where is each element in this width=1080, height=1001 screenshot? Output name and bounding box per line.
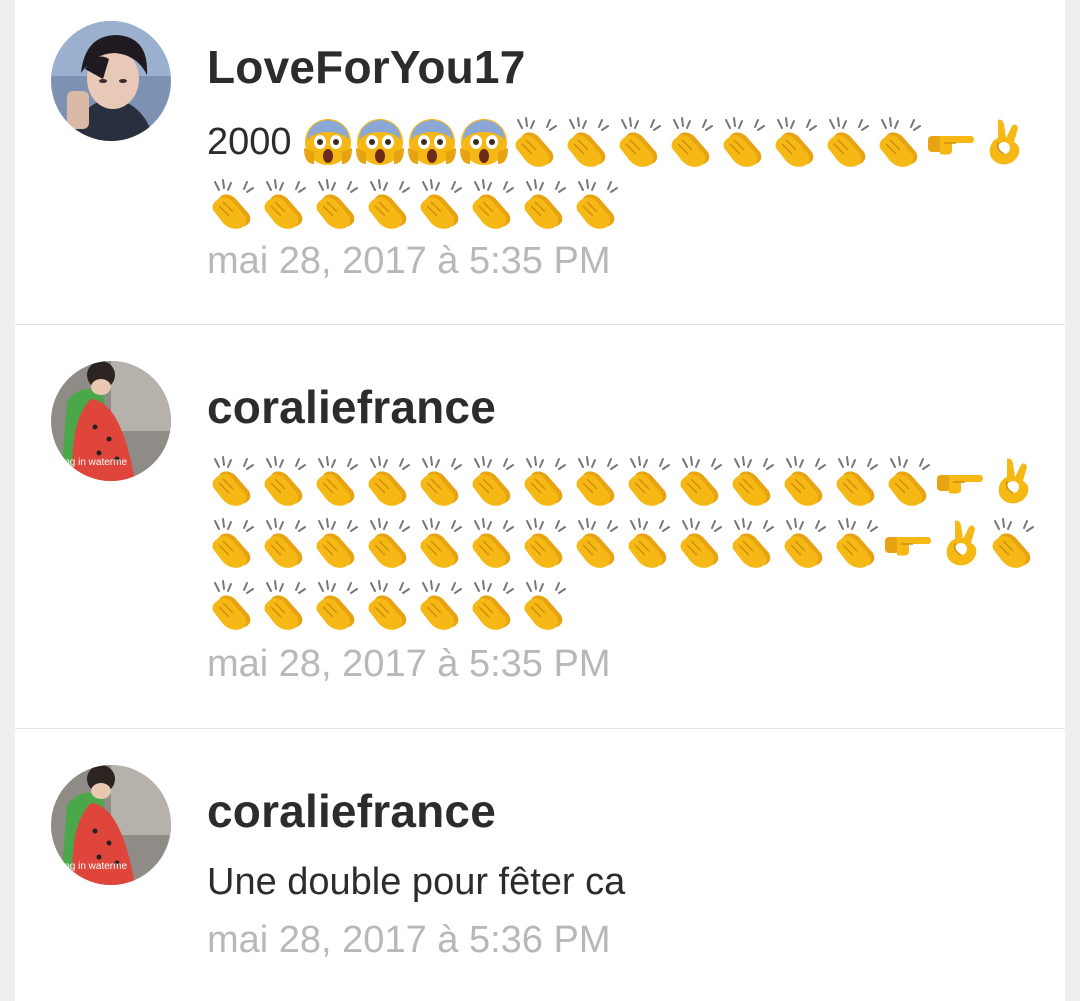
avatar[interactable]: ving in waterme [51,765,171,885]
clap-icon [311,178,363,230]
clap-icon [207,517,259,569]
comment-body-line [207,455,1039,507]
comment-body-line [207,517,1039,569]
clap-icon [467,455,519,507]
clap-icon [987,517,1039,569]
clap-icon [510,116,562,168]
clap-icon [623,517,675,569]
clap-icon [675,517,727,569]
clap-icon [259,517,311,569]
clap-icon [311,579,363,631]
clap-icon [259,579,311,631]
comment-username[interactable]: coraliefrance [207,380,496,434]
comment-username[interactable]: LoveForYou17 [207,40,526,94]
scream-icon [406,116,458,168]
comment-item: LoveForYou17 2000 mai 28, 2017 à 5:35 PM [15,0,1065,324]
clap-icon [675,455,727,507]
clap-icon [831,455,883,507]
clap-icon [415,579,467,631]
profile-photo: ving in waterme [51,361,171,481]
profile-photo: ving in waterme [51,765,171,885]
clap-icon [207,455,259,507]
avatar-caption: ving in waterme [57,457,127,468]
clap-icon [519,579,571,631]
clap-icon [259,455,311,507]
ok-hand-icon [987,455,1039,507]
clap-icon [415,517,467,569]
clap-icon [467,178,519,230]
clap-icon [207,579,259,631]
clap-icon [822,116,874,168]
avatar[interactable] [51,21,171,141]
clap-icon [259,178,311,230]
comment-body-line: 2000 [207,116,1030,168]
clap-icon [467,579,519,631]
clap-icon [467,517,519,569]
clap-icon [311,455,363,507]
scream-icon [302,116,354,168]
clap-icon [311,517,363,569]
point-right-icon [926,116,978,168]
comment-item: ving in waterme coraliefrance mai 28, 20… [15,325,1065,728]
clap-icon [415,178,467,230]
comment-timestamp: mai 28, 2017 à 5:36 PM [207,919,611,961]
point-right-icon [883,517,935,569]
clap-icon [571,517,623,569]
profile-photo [51,21,171,141]
clap-icon [562,116,614,168]
avatar-caption: ving in waterme [57,861,127,872]
clap-icon [614,116,666,168]
clap-icon [519,455,571,507]
clap-icon [883,455,935,507]
clap-icon [831,517,883,569]
comment-body-line [207,579,571,631]
avatar[interactable]: ving in waterme [51,361,171,481]
ok-hand-icon [935,517,987,569]
comment-text: 2000 [207,120,292,163]
clap-icon [718,116,770,168]
clap-icon [623,455,675,507]
comment-body-line [207,178,623,230]
clap-icon [363,579,415,631]
comment-text: Une double pour fêter ca [207,861,626,903]
clap-icon [770,116,822,168]
clap-icon [363,455,415,507]
point-right-icon [935,455,987,507]
clap-icon [666,116,718,168]
clap-icon [415,455,467,507]
clap-icon [727,455,779,507]
clap-icon [571,455,623,507]
clap-icon [519,517,571,569]
clap-icon [519,178,571,230]
scream-icon [354,116,406,168]
clap-icon [874,116,926,168]
clap-icon [779,455,831,507]
comment-username[interactable]: coraliefrance [207,784,496,838]
clap-icon [363,178,415,230]
clap-icon [571,178,623,230]
comment-feed: LoveForYou17 2000 mai 28, 2017 à 5:35 PM… [15,0,1065,1001]
ok-hand-icon [978,116,1030,168]
scream-icon [458,116,510,168]
clap-icon [779,517,831,569]
comment-timestamp: mai 28, 2017 à 5:35 PM [207,240,611,282]
clap-icon [363,517,415,569]
clap-icon [207,178,259,230]
comment-item: ving in waterme coraliefrance Une double… [15,729,1065,1001]
clap-icon [727,517,779,569]
comment-timestamp: mai 28, 2017 à 5:35 PM [207,643,611,685]
